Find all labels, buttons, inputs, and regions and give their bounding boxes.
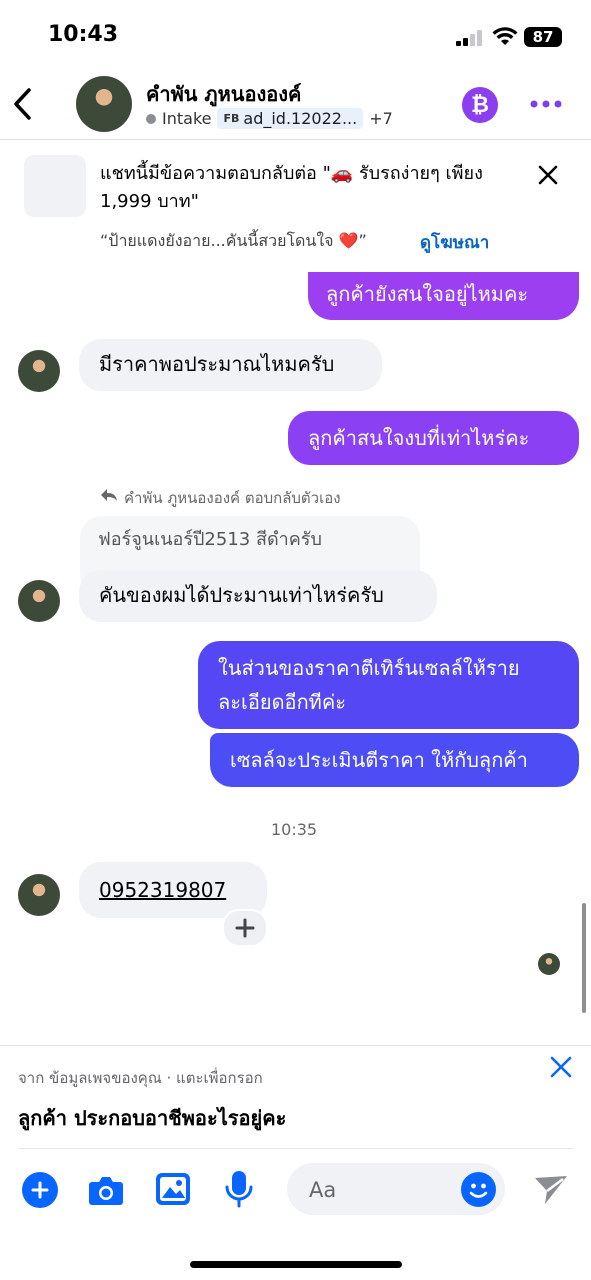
battery-indicator: 87 bbox=[524, 27, 562, 47]
ad-id-tag[interactable]: FB ad_id.12022... bbox=[217, 108, 364, 129]
gallery-icon[interactable] bbox=[155, 1172, 191, 1206]
message-line: ในส่วนของราคาตีเทิร์นเซลล์ให้ราย bbox=[218, 656, 520, 680]
ad-id-label: ad_id.12022... bbox=[243, 109, 358, 128]
message-input-placeholder: Aa bbox=[309, 1178, 337, 1202]
camera-icon[interactable] bbox=[88, 1174, 124, 1206]
outgoing-message[interactable]: ในส่วนของราคาตีเทิร์นเซลล์ให้ราย ละเอียด… bbox=[198, 641, 579, 729]
suggestion-divider bbox=[0, 1045, 591, 1046]
send-icon[interactable] bbox=[533, 1174, 569, 1206]
add-reaction-button[interactable] bbox=[222, 909, 268, 947]
emoji-button[interactable] bbox=[461, 1172, 496, 1207]
contact-name[interactable]: คำพัน ภูหนององค์ bbox=[146, 78, 301, 110]
status-dot-icon bbox=[146, 113, 156, 124]
microphone-icon[interactable] bbox=[224, 1170, 254, 1208]
back-icon[interactable] bbox=[10, 86, 36, 122]
extra-tags-count[interactable]: +7 bbox=[369, 109, 393, 128]
incoming-message[interactable]: คันของผมได้ประมานเท่าไหร่ครับ bbox=[79, 570, 437, 622]
add-button[interactable] bbox=[22, 1172, 58, 1208]
contact-subtitle: Intake FB ad_id.12022... +7 bbox=[146, 108, 393, 129]
plus-icon bbox=[31, 1181, 49, 1199]
outgoing-message[interactable]: ลูกค้าสนใจงบที่เท่าไหร่คะ bbox=[288, 411, 579, 465]
bitcoin-icon[interactable]: ₿ bbox=[462, 87, 498, 123]
message-clip: ลูกค้ายังสนใจอยู่ไหมคะ bbox=[0, 262, 591, 320]
suggestion-hint: จาก ข้อมูลเพจของคุณ · แตะเพื่อกรอก bbox=[18, 1069, 263, 1087]
phone-number-link[interactable]: 0952319807 bbox=[99, 878, 226, 902]
suggestion-underline bbox=[18, 1148, 573, 1149]
outgoing-message[interactable]: เซลล์จะประเมินตีราคา ให้กับลุกค้า bbox=[210, 733, 579, 787]
signal-icon bbox=[456, 30, 482, 46]
ad-reply-text: แชทนี้มีข้อความตอบกลับต่อ "🚗 รับรถง่ายๆ … bbox=[100, 163, 483, 212]
seen-avatar bbox=[538, 953, 560, 975]
dismiss-suggestion-icon[interactable] bbox=[550, 1056, 572, 1078]
reply-note: คำพัน ภูหนององค์ ตอบกลับตัวเอง bbox=[124, 489, 341, 507]
fb-tag-icon: FB bbox=[223, 112, 240, 125]
status-time: 10:43 bbox=[48, 22, 119, 47]
ad-thumbnail bbox=[24, 155, 86, 217]
status-label: Intake bbox=[162, 109, 212, 128]
emoji-icon bbox=[469, 1183, 488, 1198]
plus-icon bbox=[235, 918, 255, 938]
ad-quote: “ป้ายแดงยังอาย...คันนี้สวยโดนใจ ❤️” bbox=[100, 231, 367, 250]
more-icon[interactable] bbox=[530, 100, 562, 108]
message-line: ละเอียดอีกทีค่ะ bbox=[218, 690, 346, 714]
scrollbar[interactable] bbox=[582, 903, 586, 1013]
header-divider bbox=[0, 139, 591, 140]
suggested-question[interactable]: ลูกค้า ประกอบอาชีพอะไรอยู่คะ bbox=[18, 1102, 286, 1134]
view-ad-link[interactable]: ดูโฆษณา bbox=[420, 229, 489, 256]
close-icon[interactable] bbox=[538, 165, 558, 185]
sender-avatar[interactable] bbox=[18, 874, 60, 916]
outgoing-message[interactable]: ลูกค้ายังสนใจอยู่ไหมคะ bbox=[308, 272, 579, 320]
time-separator: 10:35 bbox=[271, 820, 318, 839]
sender-avatar[interactable] bbox=[18, 580, 60, 622]
wifi-icon bbox=[492, 27, 518, 45]
home-indicator bbox=[190, 1261, 402, 1268]
reply-icon bbox=[101, 489, 117, 501]
incoming-message[interactable]: มีราคาพอประมาณไหมครับ bbox=[79, 339, 382, 391]
contact-avatar[interactable] bbox=[76, 76, 132, 132]
sender-avatar[interactable] bbox=[18, 350, 60, 392]
